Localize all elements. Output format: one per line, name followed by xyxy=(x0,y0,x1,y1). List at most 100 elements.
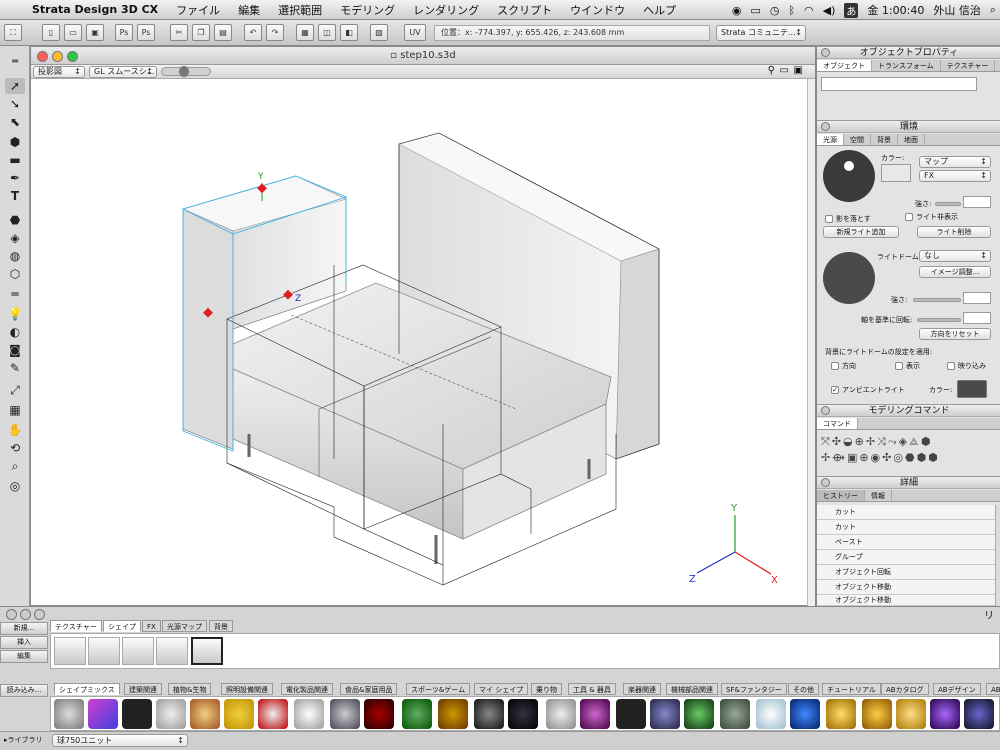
history-item[interactable]: オブジェクト移動 xyxy=(817,580,995,595)
frame-all-icon[interactable]: ⛶ xyxy=(4,24,22,41)
ambient-light-check[interactable]: ✓ アンビエントライト xyxy=(831,385,905,395)
zoom-tool-icon[interactable]: ⌕ xyxy=(5,458,25,474)
select-tool-icon[interactable]: ➚ xyxy=(5,78,25,94)
modeling-command-icons[interactable]: ⤧✣◒⊕✢⤨⤳◈⟁⬢ ✢⟴▣⊕◉✣◎⬣⬢⬢ xyxy=(821,434,997,468)
open-file-icon[interactable]: ▭ xyxy=(64,24,82,41)
library-item[interactable] xyxy=(826,699,856,729)
menu-edit[interactable]: 編集 xyxy=(229,2,269,18)
menu-selection[interactable]: 選択範囲 xyxy=(269,2,331,18)
delete-light-button[interactable]: ライト削除 xyxy=(917,226,991,238)
library-item[interactable] xyxy=(54,699,84,729)
library-item[interactable] xyxy=(580,699,610,729)
tab-transform[interactable]: トランスフォーム xyxy=(872,60,941,71)
zoom-browser-button[interactable] xyxy=(34,609,45,620)
reset-direction-button[interactable]: 方向をリセット xyxy=(919,328,991,340)
dome-strength-slider[interactable] xyxy=(913,298,961,302)
camera-view-icon[interactable]: ◫ xyxy=(318,24,336,41)
viewport-scrollbar[interactable] xyxy=(807,79,815,607)
grid-toggle-icon[interactable]: ▭ xyxy=(780,65,789,76)
tab-commands[interactable]: コマンド xyxy=(817,418,858,429)
library-item[interactable] xyxy=(756,699,786,729)
menu-help[interactable]: ヘルプ xyxy=(634,2,685,18)
add-light-button[interactable]: 新規ライト追加 xyxy=(823,226,899,238)
library-tab[interactable]: ABデザイン xyxy=(933,683,981,695)
app-menu[interactable]: Strata Design 3D CX xyxy=(28,3,167,16)
insert-button[interactable]: 挿入 xyxy=(0,636,48,649)
minimize-window-button[interactable] xyxy=(52,51,63,62)
history-item[interactable]: カット xyxy=(817,505,995,520)
new-file-icon[interactable]: ▯ xyxy=(42,24,60,41)
strata-status-icon[interactable]: ◉ xyxy=(732,4,742,17)
input-method-icon[interactable]: あ xyxy=(844,2,859,18)
volume-icon[interactable]: ◀) xyxy=(823,4,836,17)
library-item[interactable] xyxy=(156,699,186,729)
snap-icon[interactable]: ⚲ xyxy=(768,65,775,76)
library-tab[interactable]: マイ シェイプ xyxy=(474,683,529,695)
shape-thumbnail[interactable] xyxy=(88,637,120,665)
cut-icon[interactable]: ✂ xyxy=(170,24,188,41)
light-dome-select[interactable]: なし xyxy=(919,250,991,262)
community-select[interactable]: Strata コミュニテ... xyxy=(716,25,806,41)
library-item[interactable] xyxy=(720,699,750,729)
history-item[interactable]: グループ xyxy=(817,550,995,565)
library-tab[interactable]: スポーツ&ゲーム xyxy=(406,683,471,695)
extrude-tool-icon[interactable]: ⬣ xyxy=(5,212,25,228)
export-ps-icon[interactable]: Ps xyxy=(137,24,155,41)
rotate-view-tool-icon[interactable]: ⟲ xyxy=(5,440,25,456)
library-item[interactable] xyxy=(224,699,254,729)
split-view-icon[interactable]: ▣ xyxy=(794,65,803,76)
library-item[interactable] xyxy=(258,699,288,729)
select-point-tool-icon[interactable]: ➘ xyxy=(5,96,25,112)
image-adjust-button[interactable]: イメージ調整... xyxy=(919,266,991,278)
pen-tool-icon[interactable]: ✒ xyxy=(5,170,25,186)
history-item[interactable]: オブジェクト回転 xyxy=(817,565,995,580)
library-item[interactable] xyxy=(930,699,960,729)
library-tab[interactable]: AB xyxy=(986,683,1000,695)
library-item[interactable] xyxy=(88,699,118,729)
zoom-window-button[interactable] xyxy=(67,51,78,62)
library-tab[interactable]: その他 xyxy=(788,683,819,695)
close-panel-button[interactable] xyxy=(821,122,830,131)
light-color-swatch[interactable] xyxy=(881,164,911,182)
tab-space[interactable]: 空間 xyxy=(844,134,871,145)
history-item[interactable]: オブジェクト移動 xyxy=(817,595,995,606)
display-icon[interactable]: ▭ xyxy=(750,4,760,17)
render-mode-select[interactable]: GL スムースシ... xyxy=(89,66,157,78)
tab-object[interactable]: オブジェクト xyxy=(817,60,872,71)
ambient-color-swatch[interactable] xyxy=(957,380,987,398)
rotate-slider[interactable] xyxy=(917,318,961,322)
library-tab[interactable]: 楽器関連 xyxy=(623,683,661,695)
copy-icon[interactable]: ❐ xyxy=(192,24,210,41)
shape-thumbnail[interactable] xyxy=(122,637,154,665)
apply-display-check[interactable]: 表示 xyxy=(895,361,920,371)
library-item[interactable] xyxy=(896,699,926,729)
close-panel-button[interactable] xyxy=(821,478,830,487)
library-item[interactable] xyxy=(508,699,538,729)
spotlight-search-icon[interactable]: ⌕ xyxy=(990,3,996,17)
undo-icon[interactable]: ↶ xyxy=(244,24,262,41)
sweep-tool-icon[interactable]: ◍ xyxy=(5,248,25,264)
library-item[interactable] xyxy=(546,699,576,729)
menu-modeling[interactable]: モデリング xyxy=(331,2,404,18)
paste-icon[interactable]: ▤ xyxy=(214,24,232,41)
primitive-tool-icon[interactable]: ⬢ xyxy=(5,134,25,150)
camera-tool-icon[interactable]: ◙ xyxy=(5,342,25,358)
tab-background[interactable]: 背景 xyxy=(209,620,233,632)
map-select[interactable]: マップ xyxy=(919,156,991,168)
library-tab[interactable]: 建築関連 xyxy=(124,683,162,695)
tab-texture[interactable]: テクスチャー xyxy=(941,60,996,71)
library-item[interactable] xyxy=(474,699,504,729)
tab-fx[interactable]: FX xyxy=(142,620,161,632)
light-view-icon[interactable]: ◧ xyxy=(340,24,358,41)
library-tab[interactable]: SF&ファンタジー xyxy=(721,683,787,695)
object-properties-header[interactable]: オブジェクトプロパティ xyxy=(817,46,1000,59)
library-item[interactable] xyxy=(122,699,152,729)
library-tab[interactable]: 機械部品関連 xyxy=(666,683,718,695)
tab-texture[interactable]: テクスチャー xyxy=(50,620,102,632)
texture-mode-icon[interactable]: ▨ xyxy=(370,24,388,41)
library-tab[interactable]: 照明設備関連 xyxy=(221,683,273,695)
menu-clock[interactable]: 金 1:00:40 xyxy=(867,2,924,18)
minimize-browser-button[interactable] xyxy=(20,609,31,620)
bluetooth-icon[interactable]: ᛒ xyxy=(788,4,795,17)
library-tab[interactable]: 植物&生物 xyxy=(168,683,212,695)
